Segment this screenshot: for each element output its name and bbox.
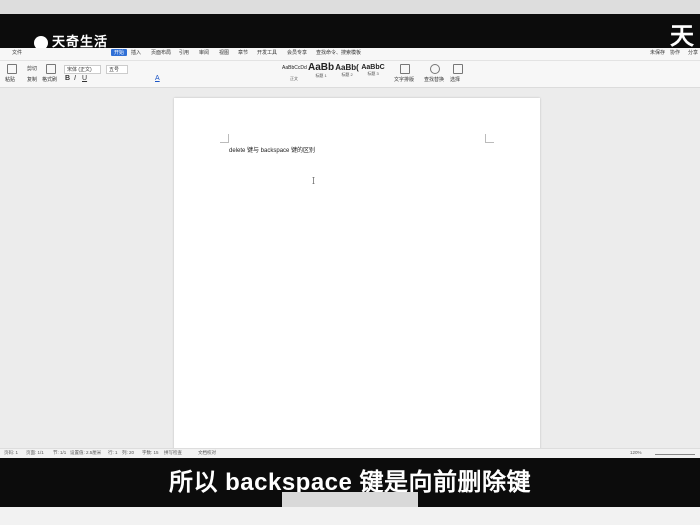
style-heading-2[interactable]: AaBb( 标题 2 [334, 62, 360, 84]
status-col: 列: 20 [122, 450, 135, 455]
font-color-button[interactable]: A [155, 75, 160, 82]
status-pages: 页面: 1/1 [26, 450, 44, 455]
copy-button[interactable]: 复制 [27, 76, 37, 83]
find-replace-label[interactable]: 查找替换 [424, 76, 444, 83]
menu-file[interactable]: 文件 [12, 49, 22, 56]
watermark-logo-text: 天奇生活 [52, 34, 109, 48]
menu-developer[interactable]: 开发工具 [257, 49, 277, 56]
style-normal-preview: AaBbCcDd [282, 65, 307, 71]
style-normal[interactable]: AaBbCcDd 正文 [282, 62, 307, 84]
share-button[interactable]: 分享 [688, 49, 698, 56]
proofing-button[interactable]: 文档校对 [198, 450, 216, 456]
text-cursor-icon [312, 177, 315, 184]
style-heading-1-label: 标题 1 [315, 73, 327, 78]
margin-corner-top-left [220, 134, 229, 143]
menu-section[interactable]: 章节 [238, 49, 248, 56]
menu-bar: 文件 开始 插入 页面布局 引用 审阅 视图 章节 开发工具 会员专享 查找命令… [0, 48, 700, 61]
style-normal-label: 正文 [290, 76, 298, 81]
zoom-slider[interactable] [655, 454, 695, 455]
paste-icon[interactable] [7, 64, 17, 74]
watermark-logo-icon [34, 36, 48, 48]
menu-insert[interactable]: 插入 [131, 49, 141, 56]
spellcheck-toggle[interactable]: 拼写检查 [164, 450, 182, 456]
format-painter-icon[interactable] [46, 64, 56, 74]
underline-button[interactable]: U [82, 75, 87, 82]
style-heading-1-preview: AaBb [308, 62, 335, 73]
font-name-select[interactable]: 宋体 (正文) [64, 65, 101, 74]
style-heading-2-preview: AaBb( [335, 63, 359, 72]
style-heading-3[interactable]: AaBbC 标题 3 [360, 62, 386, 84]
margin-corner-top-right [485, 134, 494, 143]
italic-button[interactable]: I [74, 75, 76, 82]
style-heading-2-label: 标题 2 [341, 72, 353, 77]
command-search[interactable]: 查找命令、搜索模板 [316, 49, 361, 56]
paste-label[interactable]: 粘贴 [5, 76, 15, 83]
style-heading-3-label: 标题 3 [367, 71, 379, 76]
zoom-level[interactable]: 120% [630, 450, 642, 455]
status-row: 行: 1 [108, 450, 118, 455]
menu-member[interactable]: 会员专享 [287, 49, 307, 56]
status-word-count[interactable]: 字数: 15 [142, 450, 159, 456]
style-heading-1[interactable]: AaBb 标题 1 [308, 62, 334, 84]
search-icon[interactable] [430, 64, 440, 74]
cut-button[interactable]: 剪切 [27, 65, 37, 72]
document-text[interactable]: delete 键与 backspace 键的区别 [229, 145, 315, 154]
select-icon[interactable] [453, 64, 463, 74]
status-page: 页码: 1 [4, 450, 19, 455]
text-tools-label[interactable]: 文字排版 [394, 76, 414, 83]
select-label[interactable]: 选择 [450, 76, 460, 83]
text-tools-icon[interactable] [400, 64, 410, 74]
font-size-select[interactable]: 五号 [106, 65, 129, 74]
corner-watermark: 天 [670, 23, 694, 48]
status-setting: 设置值: 2.5厘米 [70, 450, 102, 455]
status-section: 节: 1/1 [53, 450, 67, 455]
menu-review[interactable]: 审阅 [199, 49, 209, 56]
menu-page-layout[interactable]: 页面布局 [151, 49, 171, 56]
background-surface [0, 507, 700, 525]
menu-references[interactable]: 引用 [179, 49, 189, 56]
menu-view[interactable]: 视图 [219, 49, 229, 56]
collaborate-button[interactable]: 协作 [670, 49, 680, 56]
bold-button[interactable]: B [65, 75, 70, 82]
document-page[interactable]: delete 键与 backspace 键的区别 [174, 98, 540, 453]
menu-home[interactable]: 开始 [111, 49, 128, 56]
ribbon-toolbar: 粘贴 剪切 复制 格式刷 宋体 (正文) 五号 B I U A AaBbCcDd… [0, 61, 700, 88]
monitor-frame [0, 0, 700, 14]
unsaved-indicator[interactable]: 未保存 [650, 49, 665, 56]
monitor-stand [282, 492, 418, 507]
video-top-frame: 天奇生活 天 [0, 0, 700, 48]
format-painter-label[interactable]: 格式刷 [42, 76, 57, 83]
style-heading-3-preview: AaBbC [361, 64, 385, 71]
